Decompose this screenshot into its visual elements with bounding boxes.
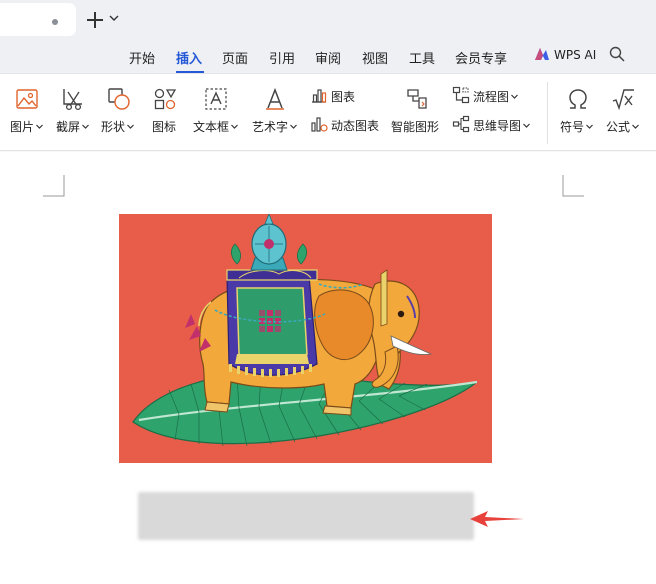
picture-icon xyxy=(16,89,38,109)
chevron-down-icon xyxy=(523,123,530,128)
title-bar xyxy=(0,0,656,40)
wps-ai-logo-icon[interactable] xyxy=(534,47,550,61)
wordart-label: 艺术字 xyxy=(252,120,289,134)
textbox-label: 文本框 xyxy=(193,120,230,134)
dynamic-chart-icon xyxy=(311,117,328,132)
menu-page[interactable]: 页面 xyxy=(222,48,248,67)
textbox-button[interactable]: 文本框 xyxy=(193,84,241,144)
flowchart-button[interactable]: 流程图 xyxy=(452,86,526,108)
flowchart-label: 流程图 xyxy=(473,90,510,104)
scissors-icon xyxy=(63,89,82,111)
chevron-down-icon xyxy=(82,124,89,129)
ribbon-separator xyxy=(547,82,548,144)
textbox-icon xyxy=(205,88,227,110)
active-tab-underline xyxy=(176,71,204,73)
flowchart-icon xyxy=(452,86,470,104)
unsaved-dot-icon xyxy=(52,19,58,25)
page-corner-mark-right xyxy=(562,175,584,197)
wps-ai-button[interactable]: WPS AI xyxy=(554,48,596,62)
menu-insert[interactable]: 插入 xyxy=(176,48,202,67)
wordart-icon xyxy=(266,87,284,110)
chevron-down-icon xyxy=(511,94,518,99)
chevron-down-icon xyxy=(290,124,297,129)
picture-label: 图片 xyxy=(10,120,35,134)
symbol-button[interactable]: 符号 xyxy=(560,84,598,144)
mindmap-label: 思维导图 xyxy=(473,119,522,133)
smart-graphic-icon xyxy=(407,89,427,109)
new-tab-plus-icon[interactable] xyxy=(86,11,104,29)
menu-reference[interactable]: 引用 xyxy=(269,48,295,67)
chart-label: 图表 xyxy=(331,90,356,104)
chevron-down-icon xyxy=(127,124,134,129)
dynamic-chart-label: 动态图表 xyxy=(331,119,380,133)
formula-button[interactable]: 公式 xyxy=(605,84,645,144)
bar-chart-icon xyxy=(312,89,327,103)
search-icon[interactable] xyxy=(609,46,625,62)
chevron-down-icon xyxy=(36,124,43,129)
icons-gallery-icon xyxy=(154,88,177,110)
mindmap-icon xyxy=(452,115,470,133)
shape-label: 形状 xyxy=(101,120,126,134)
formula-label: 公式 xyxy=(606,120,631,134)
icon-label: 图标 xyxy=(152,120,177,134)
page-corner-mark-left xyxy=(43,175,65,197)
icon-button[interactable]: 图标 xyxy=(152,84,180,144)
chevron-down-icon xyxy=(632,124,639,129)
menu-review[interactable]: 审阅 xyxy=(315,48,341,67)
document-tab[interactable] xyxy=(0,3,76,36)
menu-tools[interactable]: 工具 xyxy=(409,48,435,67)
dynamic-chart-button[interactable]: 动态图表 xyxy=(310,115,386,137)
chevron-down-icon[interactable] xyxy=(109,13,119,23)
omega-symbol-icon xyxy=(569,89,587,109)
screenshot-label: 截屏 xyxy=(56,120,81,134)
menu-member[interactable]: 会员专享 xyxy=(455,48,507,67)
elephant-picture[interactable] xyxy=(119,214,492,463)
red-annotation-arrow-icon xyxy=(470,511,524,527)
smart-graphic-label: 智能图形 xyxy=(391,120,440,134)
chevron-down-icon xyxy=(586,124,593,129)
smart-graphic-button[interactable]: 智能图形 xyxy=(391,84,443,144)
chevron-down-icon xyxy=(231,124,238,129)
menu-home[interactable]: 开始 xyxy=(129,48,155,67)
menu-view[interactable]: 视图 xyxy=(362,48,388,67)
chart-button[interactable]: 图表 xyxy=(310,86,360,108)
shape-button[interactable]: 形状 xyxy=(101,84,139,144)
picture-button[interactable]: 图片 xyxy=(10,84,48,144)
symbol-label: 符号 xyxy=(560,120,585,134)
mindmap-button[interactable]: 思维导图 xyxy=(452,115,536,137)
caption-placeholder[interactable] xyxy=(138,492,474,540)
wordart-button[interactable]: 艺术字 xyxy=(252,84,300,144)
shape-icon xyxy=(108,88,130,110)
screenshot-button[interactable]: 截屏 xyxy=(56,84,94,144)
formula-sqrt-icon xyxy=(612,89,634,111)
